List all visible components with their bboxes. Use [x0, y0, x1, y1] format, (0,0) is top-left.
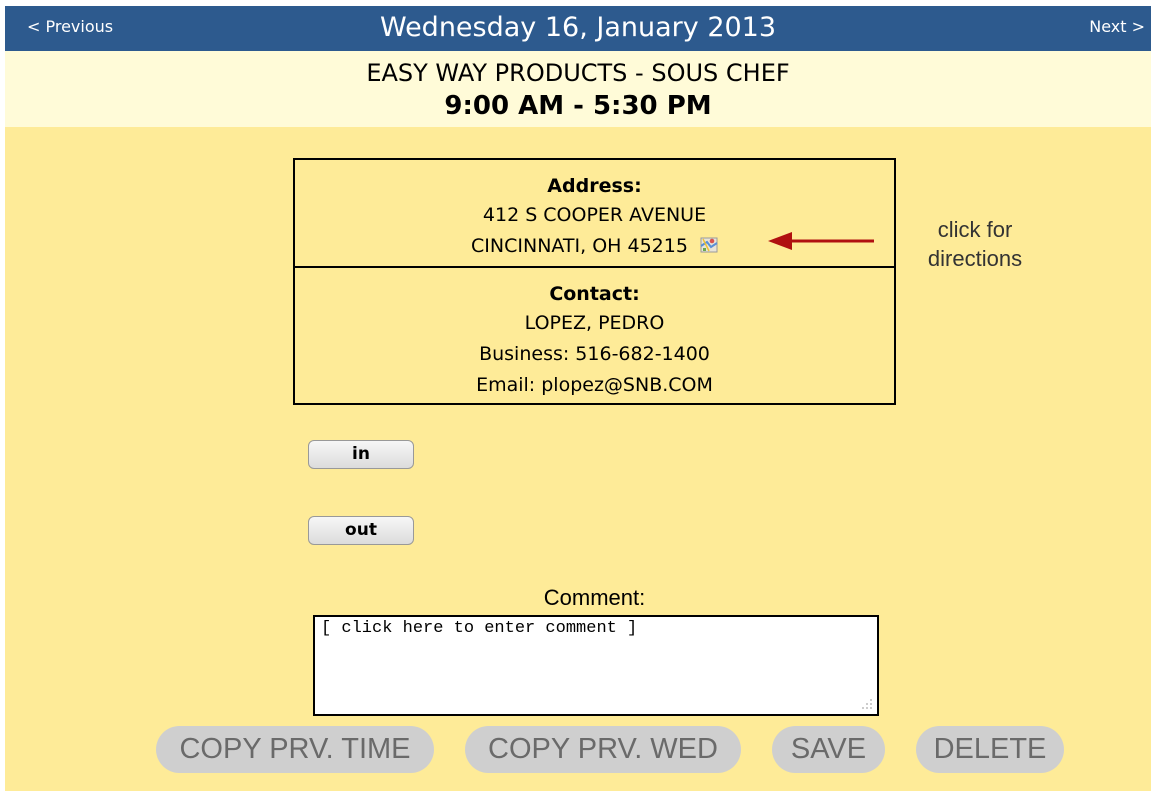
- contact-business-phone: Business: 516-682-1400: [479, 343, 710, 365]
- map-icon[interactable]: [700, 233, 718, 253]
- contact-email: Email: plopez@SNB.COM: [476, 374, 713, 396]
- clock-in-button[interactable]: in: [308, 440, 414, 469]
- next-day-link[interactable]: Next >: [1089, 17, 1145, 36]
- comment-textarea[interactable]: [ click here to enter comment ]: [313, 615, 879, 716]
- directions-hint: click for directions: [910, 215, 1040, 273]
- red-arrow-icon: [768, 232, 874, 250]
- comment-label: Comment:: [543, 585, 646, 610]
- shift-header: EASY WAY PRODUCTS - SOUS CHEF 9:00 AM - …: [5, 51, 1151, 127]
- shift-details: Address: 412 S COOPER AVENUE CINCINNATI,…: [5, 127, 1151, 791]
- comment-text: [ click here to enter comment ]: [321, 619, 638, 638]
- address-city-line: CINCINNATI, OH 45215: [471, 235, 688, 257]
- address-title: Address:: [547, 175, 642, 197]
- copy-previous-time-button[interactable]: COPY PRV. TIME: [156, 726, 434, 773]
- job-title: EASY WAY PRODUCTS - SOUS CHEF: [366, 59, 790, 87]
- delete-button[interactable]: DELETE: [916, 726, 1064, 773]
- current-date: Wednesday 16, January 2013: [379, 12, 777, 43]
- contact-name: LOPEZ, PEDRO: [524, 312, 665, 334]
- copy-previous-day-button[interactable]: COPY PRV. WED: [465, 726, 741, 773]
- directions-hint-line1: click for: [937, 217, 1013, 242]
- shift-hours: 9:00 AM - 5:30 PM: [444, 91, 712, 121]
- address-section: Address: 412 S COOPER AVENUE CINCINNATI,…: [295, 160, 894, 268]
- resize-grip-icon[interactable]: [861, 698, 873, 710]
- date-nav-bar: < Previous Wednesday 16, January 2013 Ne…: [5, 6, 1151, 51]
- info-box: Address: 412 S COOPER AVENUE CINCINNATI,…: [293, 158, 896, 405]
- address-street: 412 S COOPER AVENUE: [482, 204, 707, 226]
- contact-title: Contact:: [549, 283, 640, 305]
- save-button[interactable]: SAVE: [772, 726, 885, 773]
- contact-section: Contact: LOPEZ, PEDRO Business: 516-682-…: [295, 268, 894, 401]
- clock-out-button[interactable]: out: [308, 516, 414, 545]
- directions-hint-line2: directions: [927, 246, 1023, 271]
